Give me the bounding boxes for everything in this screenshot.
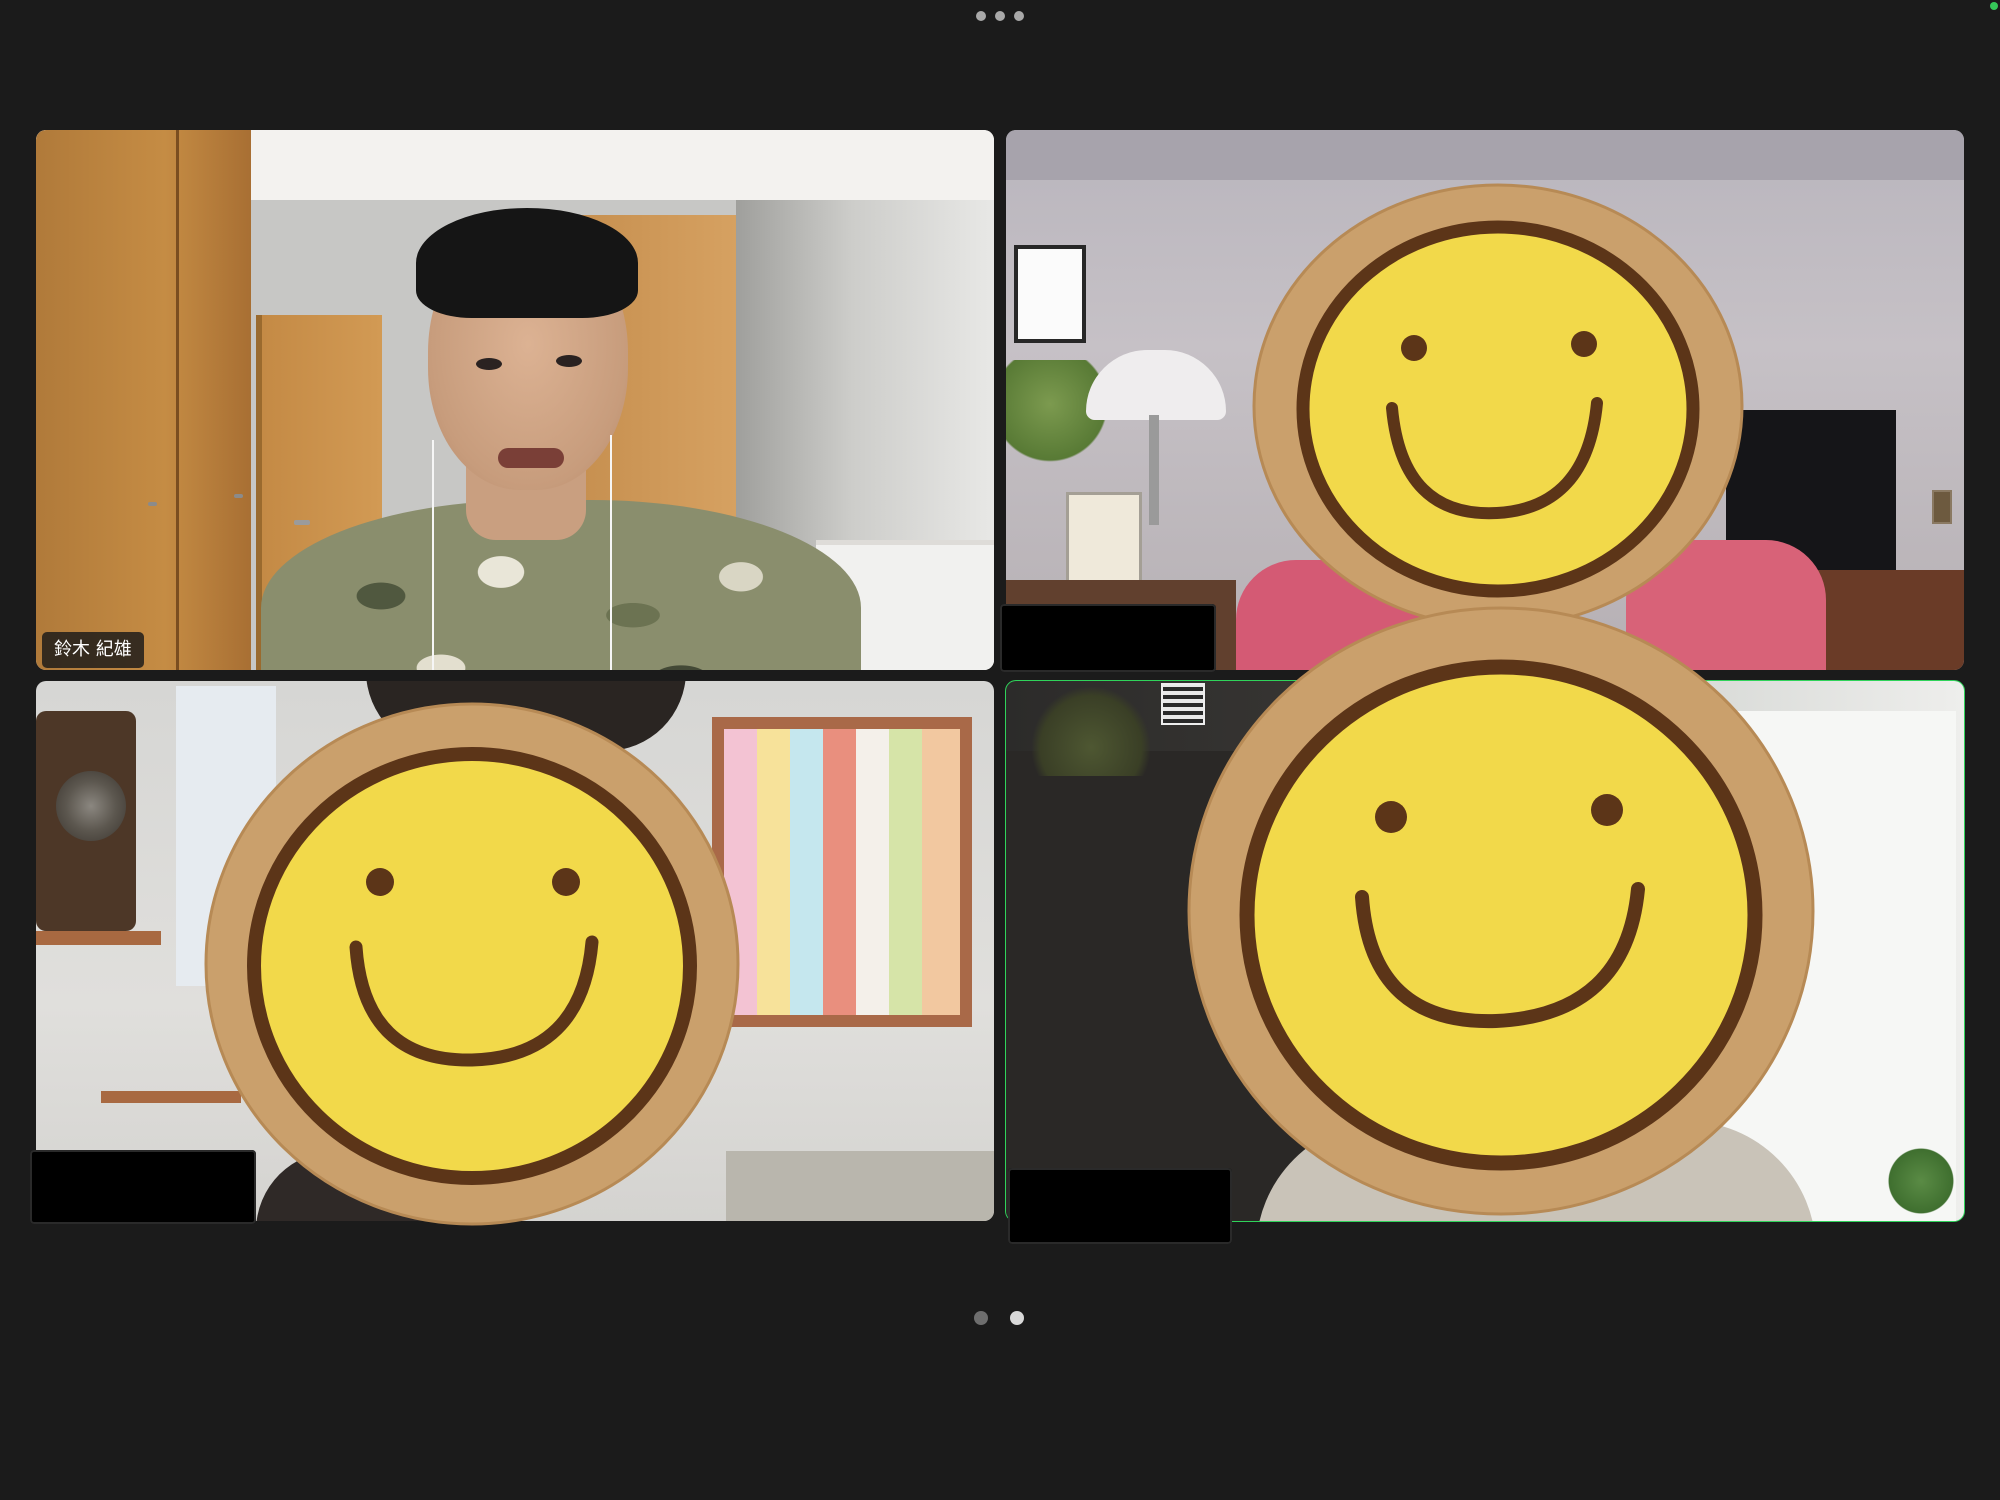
page-dot-2[interactable] [1010, 1311, 1024, 1325]
more-dot [976, 11, 986, 21]
participant-tile-1[interactable] [36, 130, 994, 670]
zoom-gallery-view: 鈴木 紀雄 [0, 0, 2000, 1500]
participant-name-label: 鈴木 紀雄 [42, 632, 144, 668]
page-dot-1[interactable] [974, 1311, 988, 1325]
name-label-redacted [30, 1150, 256, 1224]
page-indicator [974, 1310, 1024, 1326]
smiley-face-icon [204, 702, 740, 1226]
smiley-face-icon [1252, 183, 1744, 629]
more-options-button[interactable] [976, 8, 1024, 24]
video-feed [36, 130, 994, 670]
status-indicator [1990, 2, 1998, 10]
more-dot [995, 11, 1005, 21]
name-label-redacted [1000, 604, 1216, 672]
smiley-face-icon [1186, 605, 1816, 1217]
name-label-redacted [1008, 1168, 1232, 1244]
more-dot [1014, 11, 1024, 21]
